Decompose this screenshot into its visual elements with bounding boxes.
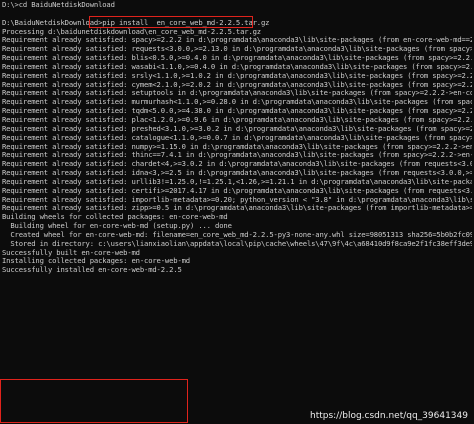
success-built-line: Successfully built en-core-web-md — [2, 248, 140, 257]
terminal-line: Requirement already satisfied: srsly<1.1… — [2, 71, 472, 80]
terminal-line: Stored in directory: c:\users\lianxiaoli… — [10, 239, 472, 248]
terminal-line: D:\>cd BaiduNetdiskDownload — [2, 1, 115, 9]
terminal-line: Requirement already satisfied: blis<0.5.… — [2, 54, 472, 63]
terminal-line: Requirement already satisfied: plac<1.2.… — [2, 115, 472, 124]
terminal-line: Created wheel for en-core-web-md: filena… — [10, 230, 472, 239]
terminal-line: Building wheels for collected packages: … — [2, 213, 228, 222]
terminal-line: Processing d:\baidunetdiskdownload\en_co… — [2, 27, 261, 36]
success-installed-line: Successfully installed en-core-web-md-2.… — [2, 266, 182, 275]
terminal-line: Requirement already satisfied: setuptool… — [2, 89, 472, 98]
success-highlight-box — [0, 379, 188, 423]
watermark: https://blog.csdn.net/qq_39641349 — [309, 411, 468, 421]
terminal-line: Requirement already satisfied: urllib3!=… — [2, 177, 472, 186]
terminal-line: Requirement already satisfied: wasabi<1.… — [2, 62, 472, 71]
terminal-line: Requirement already satisfied: numpy>=1.… — [2, 142, 472, 151]
terminal-line: Requirement already satisfied: thinc==7.… — [2, 151, 472, 160]
terminal-line: Requirement already satisfied: cymem<2.1… — [2, 80, 472, 89]
terminal-window[interactable]: D:\>cd BaiduNetdiskDownload D:\BaiduNetd… — [0, 0, 474, 424]
terminal-line: Requirement already satisfied: preshed<3… — [2, 124, 472, 133]
terminal-output: D:\>cd BaiduNetdiskDownload D:\BaiduNetd… — [2, 1, 472, 275]
terminal-line: Requirement already satisfied: tqdm<5.0.… — [2, 107, 472, 116]
terminal-line: Requirement already satisfied: spacy>=2.… — [2, 36, 472, 45]
terminal-line: Requirement already satisfied: certifi>=… — [2, 186, 472, 195]
terminal-line: Requirement already satisfied: requests<… — [2, 45, 472, 54]
terminal-line: Requirement already satisfied: catalogue… — [2, 133, 472, 142]
terminal-line: Requirement already satisfied: idna<3,>=… — [2, 169, 472, 178]
installing-line: Installing collected packages: en-core-w… — [2, 257, 190, 266]
terminal-line: Building wheel for en-core-web-md (setup… — [2, 222, 232, 231]
terminal-line: Requirement already satisfied: chardet<4… — [2, 160, 472, 169]
terminal-line: Requirement already satisfied: murmurhas… — [2, 98, 472, 107]
pip-install-command: D:\BaiduNetdiskDownload>pip install en_c… — [2, 18, 270, 27]
terminal-line: Requirement already satisfied: importlib… — [2, 195, 472, 204]
terminal-line: Requirement already satisfied: zipp>=0.5… — [2, 204, 472, 213]
